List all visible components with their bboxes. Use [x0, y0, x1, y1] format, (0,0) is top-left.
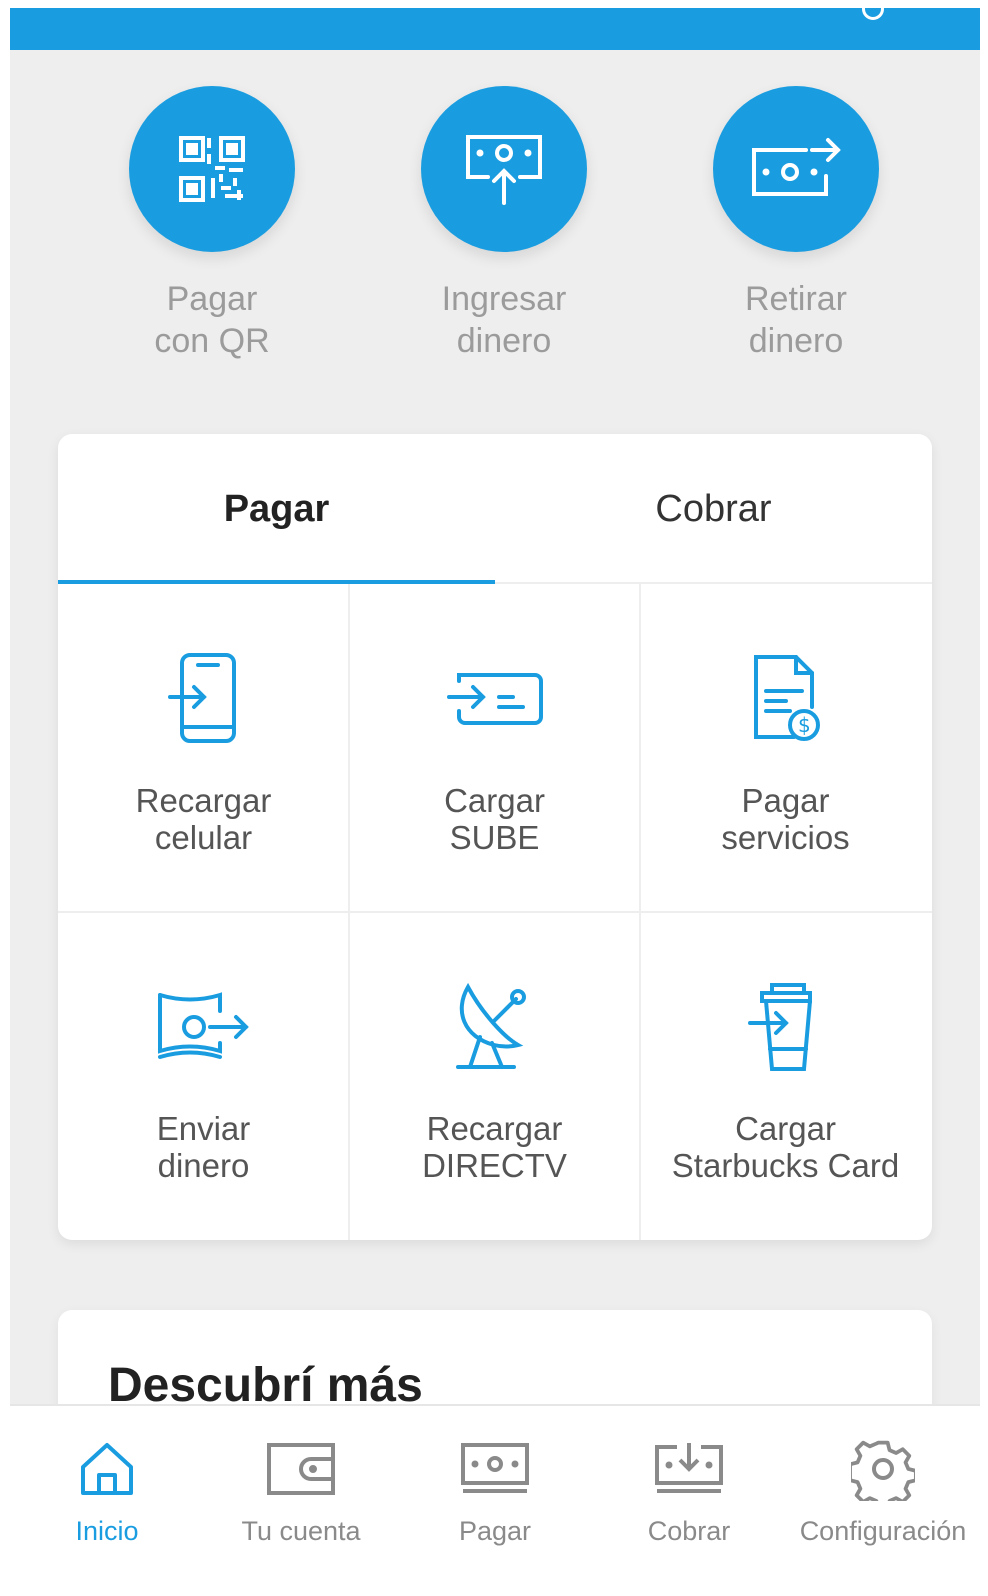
nav-tu-cuenta-label: Tu cuenta — [241, 1516, 361, 1546]
top-app-bar — [10, 8, 980, 50]
withdraw-money-icon — [752, 138, 841, 196]
nav-cobrar-label: Cobrar — [647, 1516, 731, 1546]
pay-services-label: Pagar servicios — [721, 782, 850, 856]
load-sube-item[interactable]: Cargar SUBE — [349, 584, 640, 912]
pay-with-qr-button[interactable] — [129, 86, 295, 252]
deposit-money-action[interactable]: Ingresar dinero — [394, 86, 614, 362]
send-money-label: Enviar dinero — [156, 1110, 251, 1184]
bottom-navigation: Inicio Tu cuenta Pagar Cobrar Configurac… — [10, 1404, 980, 1596]
services-grid: Recargar celular Cargar SUBE $ Pagar ser… — [58, 584, 932, 1240]
pay-collect-card: Pagar Cobrar Recargar celular Cargar SUB… — [58, 434, 932, 1240]
app-screen: Pagar con QR Ingresar dinero Retirar din… — [10, 8, 980, 1596]
load-starbucks-card-item[interactable]: Cargar Starbucks Card — [640, 912, 931, 1240]
bill-icon — [461, 1443, 529, 1493]
transport-card-icon — [446, 673, 543, 725]
recharge-phone-label: Recargar celular — [135, 782, 272, 856]
profile-icon[interactable] — [862, 8, 884, 20]
withdraw-money-action[interactable]: Retirar dinero — [686, 86, 906, 362]
pay-services-item[interactable]: $ Pagar servicios — [640, 584, 931, 912]
bill-payment-icon: $ — [753, 655, 820, 741]
deposit-money-label: Ingresar dinero — [441, 280, 567, 360]
nav-inicio[interactable]: Inicio — [10, 1406, 204, 1596]
nav-tu-cuenta[interactable]: Tu cuenta — [204, 1406, 398, 1596]
load-sube-label: Cargar SUBE — [444, 782, 545, 856]
tab-bar: Pagar Cobrar — [58, 434, 932, 584]
qr-code-icon — [179, 136, 245, 202]
wallet-icon — [267, 1443, 335, 1495]
nav-configuracion-label: Configuración — [799, 1516, 967, 1546]
recharge-phone-item[interactable]: Recargar celular — [58, 584, 349, 912]
nav-pagar[interactable]: Pagar — [398, 1406, 592, 1596]
svg-text:$: $ — [798, 713, 811, 737]
nav-cobrar[interactable]: Cobrar — [592, 1406, 786, 1596]
recharge-directv-label: Recargar DIRECTV — [422, 1110, 567, 1184]
satellite-dish-icon — [455, 982, 526, 1069]
home-icon — [81, 1443, 133, 1495]
send-money-item[interactable]: Enviar dinero — [58, 912, 349, 1240]
nav-pagar-label: Pagar — [458, 1516, 532, 1546]
load-starbucks-card-label: Cargar Starbucks Card — [671, 1110, 900, 1184]
phone-recharge-icon — [167, 653, 236, 743]
send-money-icon — [157, 992, 249, 1059]
deposit-money-button[interactable] — [421, 86, 587, 252]
pay-with-qr-action[interactable]: Pagar con QR — [102, 86, 322, 362]
recharge-directv-item[interactable]: Recargar DIRECTV — [349, 912, 640, 1240]
nav-configuracion[interactable]: Configuración — [786, 1406, 980, 1596]
withdraw-money-label: Retirar dinero — [744, 280, 848, 360]
pay-with-qr-label: Pagar con QR — [154, 280, 270, 360]
receive-money-icon — [655, 1443, 723, 1493]
nav-inicio-label: Inicio — [75, 1516, 139, 1546]
tab-cobrar[interactable]: Cobrar — [495, 434, 932, 584]
tab-pagar[interactable]: Pagar — [58, 434, 495, 584]
withdraw-money-button[interactable] — [713, 86, 879, 252]
deposit-money-icon — [466, 135, 542, 205]
gear-icon — [851, 1440, 915, 1501]
coffee-cup-icon — [747, 983, 812, 1071]
